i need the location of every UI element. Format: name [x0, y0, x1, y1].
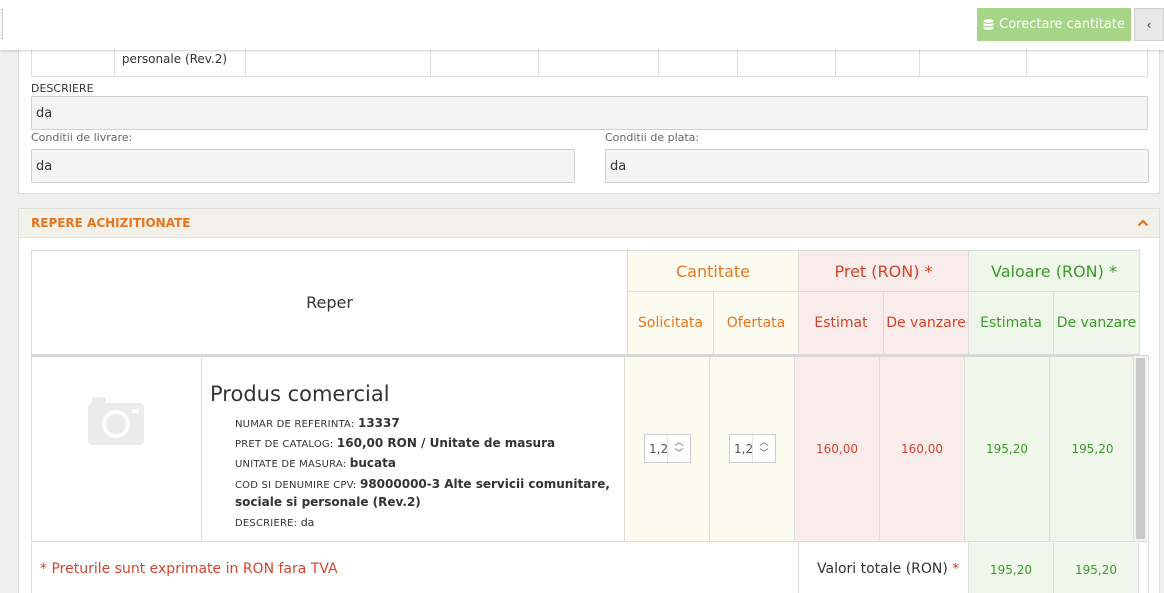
corectare-cantitate-label: Corectare cantitate	[999, 17, 1125, 32]
prev-cell	[659, 46, 739, 76]
repere-header-table: Reper Cantitate Pret (RON) * Valoare (RO…	[31, 250, 1140, 355]
ofertata-value[interactable]: 1,2	[730, 435, 752, 462]
header-valoare: Valoare (RON) *	[968, 250, 1140, 292]
corectare-cantitate-button[interactable]: Corectare cantitate	[977, 8, 1131, 41]
plata-label: Conditii de plata:	[605, 131, 700, 144]
database-icon	[983, 18, 994, 30]
desc-label: DESCRIERE:	[235, 518, 298, 529]
header-cantitate: Cantitate	[627, 250, 799, 292]
ref-value: 13337	[357, 416, 400, 430]
livrare-label: Conditii de livrare:	[31, 131, 133, 144]
scrollbar-thumb[interactable]	[1136, 358, 1145, 539]
prev-cell	[431, 46, 539, 76]
previous-table-row: personale (Rev.2)	[31, 46, 1148, 77]
left-edge-tab[interactable]	[0, 9, 3, 39]
product-um-line: UNITATE DE MASURA: bucata	[235, 454, 616, 474]
header-estimata: Estimata	[968, 291, 1054, 355]
repere-title: REPERE ACHIZITIONATE	[31, 216, 191, 230]
header-solicitata: Solicitata	[627, 291, 714, 355]
top-toolbar: Corectare cantitate ‹	[0, 0, 1164, 50]
total-estimata: 195,20	[969, 543, 1054, 593]
valoare-vanzare-cell: 195,20	[1050, 357, 1135, 541]
prev-cell	[1027, 46, 1147, 76]
totals-row: * Preturile sunt exprimate in RON fara T…	[31, 543, 1149, 593]
stepper-up-icon[interactable]: ︿	[674, 438, 683, 449]
stepper-up-icon[interactable]: ︿	[759, 438, 768, 449]
valoare-estimata-cell: 195,20	[965, 357, 1050, 541]
product-cpv-line: COD SI DENUMIRE CPV: 98000000-3 Alte ser…	[235, 476, 616, 511]
prev-cell	[246, 46, 431, 76]
product-desc-line: DESCRIERE: da	[235, 513, 616, 533]
collapse-panel-button[interactable]: ‹	[1134, 8, 1164, 41]
table-row: Produs comercial NUMAR DE REFERINTA: 133…	[31, 355, 1149, 542]
livrare-field[interactable]: da	[31, 149, 575, 183]
tva-note: * Preturile sunt exprimate in RON fara T…	[32, 543, 799, 593]
solicitata-value[interactable]: 1,2	[645, 435, 667, 462]
totals-label: Valori totale (RON) *	[799, 543, 969, 593]
stepper-down-icon[interactable]: ﹀	[759, 449, 768, 460]
catalog-price-value: 160,00 RON / Unitate de masura	[336, 436, 556, 450]
prev-cell	[836, 46, 921, 76]
solicitata-stepper[interactable]: 1,2 ︿ ﹀	[644, 434, 691, 463]
cpv-label: COD SI DENUMIRE CPV:	[235, 480, 357, 491]
prev-cell: personale (Rev.2)	[115, 46, 246, 76]
descriere-field[interactable]: da	[31, 96, 1148, 130]
solicitata-cell: 1,2 ︿ ﹀	[625, 357, 710, 541]
repere-panel: REPERE ACHIZITIONATE Reper Cantitate Pre…	[18, 208, 1160, 593]
catalog-price-label: PRET DE CATALOG:	[235, 439, 334, 450]
prev-cell	[32, 46, 115, 76]
pret-estimat-cell: 160,00	[795, 357, 880, 541]
header-estimat: Estimat	[798, 291, 884, 355]
total-vanzare: 195,20	[1054, 543, 1139, 593]
chevron-up-icon[interactable]	[1137, 217, 1149, 229]
um-label: UNITATE DE MASURA:	[235, 459, 347, 470]
camera-placeholder-icon	[88, 397, 144, 445]
desc-value: da	[300, 516, 315, 529]
stepper-down-icon[interactable]: ﹀	[674, 449, 683, 460]
header-de-vanzare-pret: De vanzare	[883, 291, 969, 355]
header-ofertata: Ofertata	[713, 291, 799, 355]
prev-cell	[920, 46, 1028, 76]
prev-cell	[539, 46, 660, 76]
product-price-line: PRET DE CATALOG: 160,00 RON / Unitate de…	[235, 434, 616, 454]
product-info-cell: Produs comercial NUMAR DE REFERINTA: 133…	[202, 357, 625, 541]
product-image-cell	[32, 357, 202, 541]
product-name: Produs comercial	[210, 382, 390, 406]
um-value: bucata	[349, 456, 396, 470]
totals-label-text: Valori totale (RON)	[817, 561, 948, 577]
descriere-label: DESCRIERE	[31, 82, 94, 95]
table-scrollbar[interactable]	[1133, 356, 1147, 541]
details-panel: personale (Rev.2) DESCRIERE da Conditii …	[18, 30, 1160, 194]
ofertata-stepper[interactable]: 1,2 ︿ ﹀	[729, 434, 776, 463]
pret-vanzare-cell: 160,00	[880, 357, 965, 541]
ref-label: NUMAR DE REFERINTA:	[235, 419, 355, 430]
prev-cell	[738, 46, 837, 76]
totals-star: *	[952, 561, 960, 577]
plata-field[interactable]: da	[605, 149, 1149, 183]
chevron-left-icon: ‹	[1146, 17, 1152, 32]
product-ref-line: NUMAR DE REFERINTA: 13337	[235, 414, 616, 434]
repere-panel-header[interactable]: REPERE ACHIZITIONATE	[19, 209, 1159, 238]
header-pret: Pret (RON) *	[798, 250, 969, 292]
header-reper: Reper	[31, 250, 628, 355]
ofertata-cell: 1,2 ︿ ﹀	[710, 357, 795, 541]
header-de-vanzare-valoare: De vanzare	[1053, 291, 1140, 355]
